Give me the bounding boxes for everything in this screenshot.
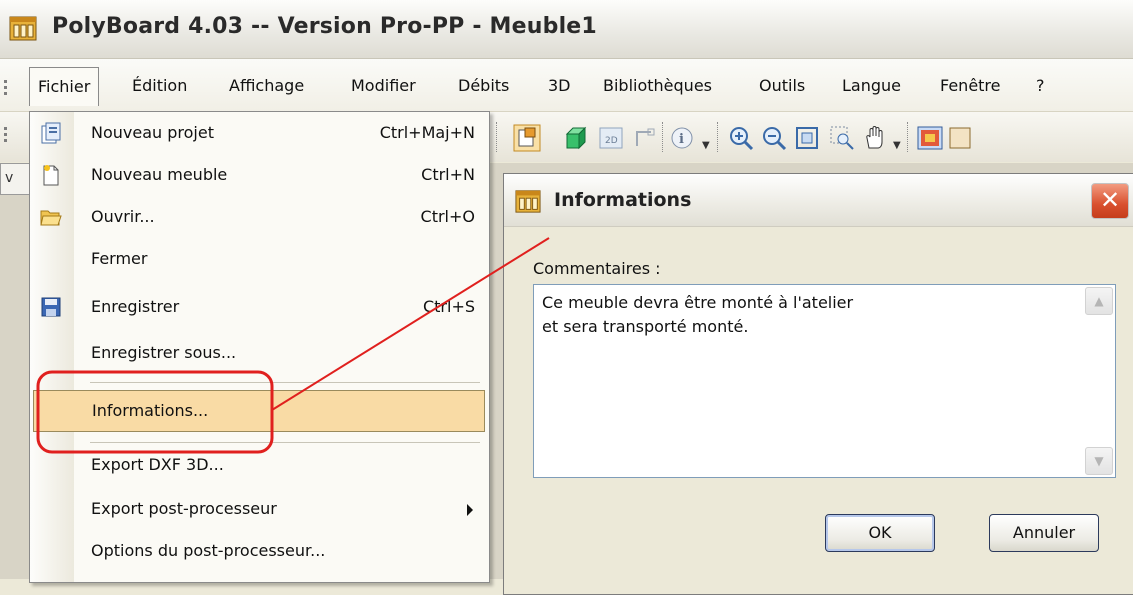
menu-bibliotheques[interactable]: Bibliothèques (595, 71, 720, 101)
polyboard-app-icon (9, 16, 37, 41)
save-disk-icon (41, 297, 61, 317)
extra-tool-icon[interactable] (948, 124, 976, 152)
menu-bar: Fichier Édition Affichage Modifier Débit… (0, 59, 1133, 112)
menu-separator (90, 442, 480, 443)
render-icon[interactable] (916, 124, 944, 152)
properties-icon[interactable] (513, 124, 541, 152)
menu-item-nouveau-meuble[interactable]: Nouveau meuble Ctrl+N (30, 154, 489, 196)
chevron-down-icon[interactable]: ▼ (702, 140, 710, 151)
chevron-down-icon[interactable]: ▼ (893, 140, 901, 151)
menu-item-options-post-processeur[interactable]: Options du post-processeur... (30, 530, 489, 572)
menu-item-label: Fermer (91, 249, 148, 268)
menu-item-label: Ouvrir... (91, 207, 155, 226)
open-folder-icon (40, 210, 62, 226)
dialog-title-bar[interactable]: Informations ✕ (504, 174, 1133, 227)
menu-debits[interactable]: Débits (450, 71, 517, 101)
menu-item-label: Export DXF 3D... (91, 455, 224, 474)
menu-item-label: Enregistrer sous... (91, 343, 237, 362)
menu-outils[interactable]: Outils (751, 71, 813, 101)
comments-label: Commentaires : (533, 259, 661, 278)
shortcut-label: Ctrl+S (422, 297, 475, 316)
submenu-arrow-icon (467, 504, 473, 516)
menu-fichier[interactable]: Fichier (29, 67, 100, 106)
new-furniture-icon (43, 165, 59, 186)
menu-item-label: Nouveau projet (91, 123, 214, 142)
menu-item-ouvrir[interactable]: Ouvrir... Ctrl+O (30, 196, 489, 238)
menu-edition[interactable]: Édition (124, 71, 195, 101)
menu-item-label: Export post-processeur (91, 499, 277, 518)
menu-item-label: Options du post-processeur... (91, 541, 326, 560)
pan-hand-icon[interactable] (861, 124, 889, 152)
menu-item-export-post-processeur[interactable]: Export post-processeur (30, 488, 489, 530)
cancel-button[interactable]: Annuler (989, 514, 1099, 552)
shortcut-label: Ctrl+N (421, 165, 475, 184)
menu-3d[interactable]: 3D (540, 71, 579, 101)
toolbar-separator (717, 122, 720, 152)
shortcut-label: Ctrl+O (420, 207, 475, 226)
toolbar-separator (496, 122, 499, 152)
zoom-in-icon[interactable] (727, 124, 755, 152)
comments-textarea[interactable]: Ce meuble devra être monté à l'atelier e… (533, 284, 1116, 478)
new-project-icon (41, 122, 61, 144)
menu-item-label: Informations... (92, 401, 209, 420)
menu-separator (90, 382, 480, 383)
ok-button[interactable]: OK (825, 514, 935, 552)
comments-text: Ce meuble devra être monté à l'atelier e… (542, 293, 854, 336)
zoom-out-icon[interactable] (760, 124, 788, 152)
svg-text:i: i (679, 132, 684, 147)
svg-text:2D: 2D (605, 136, 618, 146)
close-button[interactable]: ✕ (1091, 183, 1129, 219)
file-menu-dropdown: Nouveau projet Ctrl+Maj+N Nouveau meuble… (29, 111, 490, 583)
menu-item-fermer[interactable]: Fermer (30, 238, 489, 280)
informations-dialog: Informations ✕ Commentaires : Ce meuble … (503, 173, 1133, 595)
menu-item-informations[interactable]: Informations... (33, 390, 485, 432)
menu-item-nouveau-projet[interactable]: Nouveau projet Ctrl+Maj+N (30, 112, 489, 154)
menu-affichage[interactable]: Affichage (221, 71, 312, 101)
toolbar-separator (662, 122, 665, 152)
menubar-grip[interactable] (4, 77, 8, 98)
menu-item-enregistrer[interactable]: Enregistrer Ctrl+S (30, 286, 489, 328)
info-icon[interactable]: i (668, 124, 696, 152)
menu-item-export-dxf[interactable]: Export DXF 3D... (30, 444, 489, 486)
scroll-down-arrow-icon[interactable]: ▼ (1085, 447, 1113, 475)
menu-item-label: Enregistrer (91, 297, 180, 316)
zoom-window-icon[interactable] (828, 124, 856, 152)
dimension-icon[interactable] (631, 124, 659, 152)
menu-modifier[interactable]: Modifier (343, 71, 424, 101)
menu-help[interactable]: ? (1028, 71, 1053, 101)
dialog-title: Informations (554, 189, 692, 211)
polyboard-app-icon (515, 190, 541, 213)
toolbar-grip[interactable] (4, 124, 8, 145)
2d-view-icon[interactable]: 2D (597, 124, 625, 152)
3d-box-icon[interactable] (562, 124, 590, 152)
zoom-extents-icon[interactable] (793, 124, 821, 152)
window-title: PolyBoard 4.03 -- Version Pro-PP - Meubl… (52, 14, 597, 39)
title-bar: PolyBoard 4.03 -- Version Pro-PP - Meubl… (0, 0, 1133, 59)
toolbar-separator (907, 122, 910, 152)
menu-item-enregistrer-sous[interactable]: Enregistrer sous... (30, 332, 489, 374)
menu-item-label: Nouveau meuble (91, 165, 228, 184)
menu-langue[interactable]: Langue (834, 71, 909, 101)
menu-fenetre[interactable]: Fenêtre (932, 71, 1009, 101)
shortcut-label: Ctrl+Maj+N (379, 123, 475, 142)
scroll-up-arrow-icon[interactable]: ▲ (1085, 287, 1113, 315)
